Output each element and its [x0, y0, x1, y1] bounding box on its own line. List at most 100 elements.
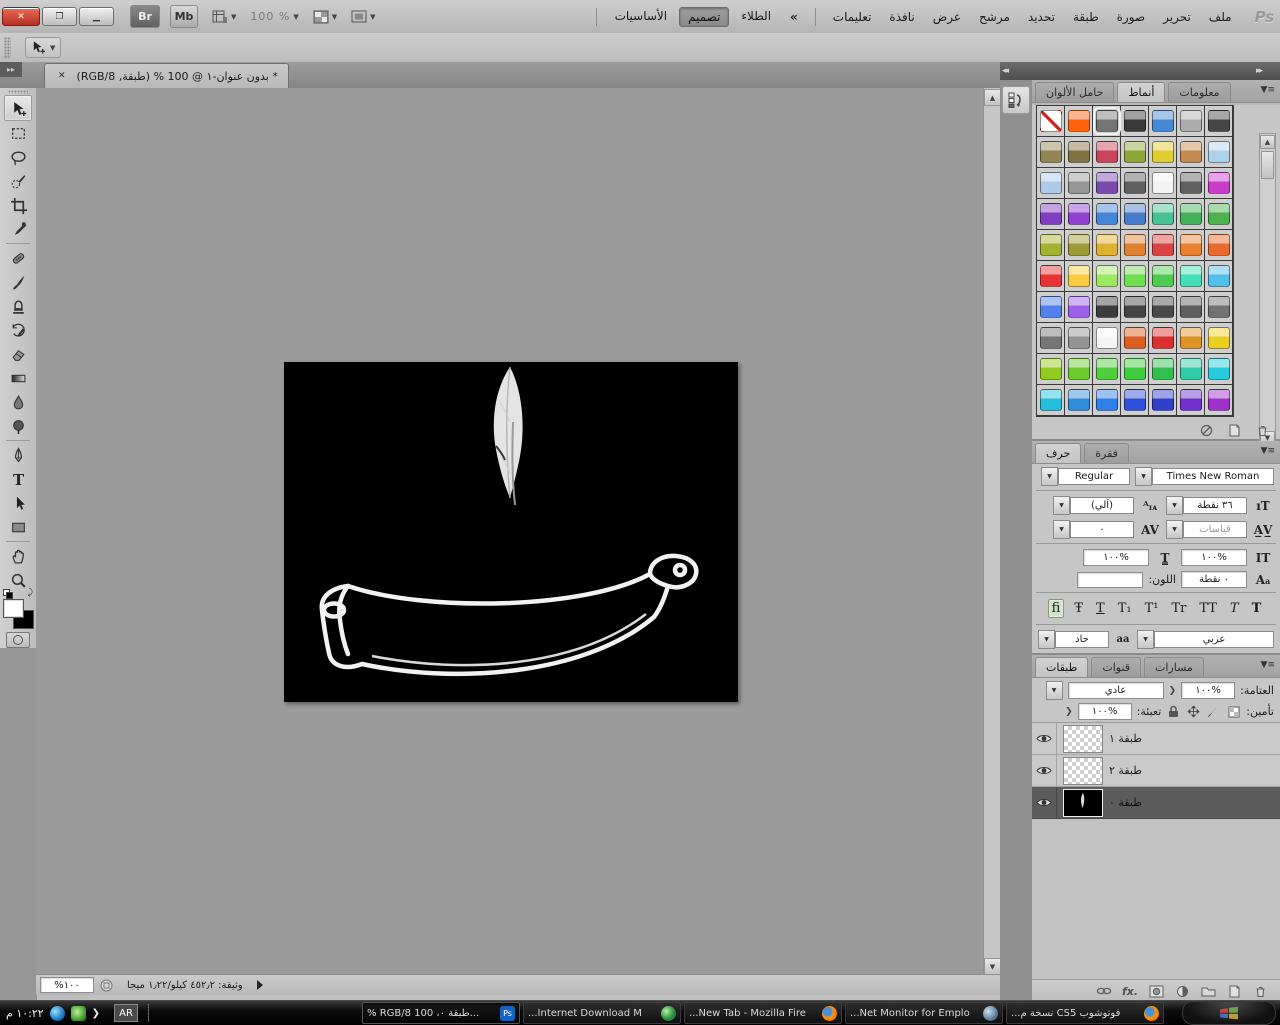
- add-mask-button[interactable]: [1148, 984, 1164, 998]
- clear-style-button[interactable]: [1198, 423, 1214, 437]
- layer-thumbnail[interactable]: [1063, 789, 1103, 817]
- style-swatch[interactable]: [1093, 137, 1121, 168]
- swap-colors-icon[interactable]: ⤸: [28, 588, 33, 598]
- foreground-color-chip[interactable]: [3, 599, 24, 618]
- view-extras-button[interactable]: ▼: [212, 10, 236, 24]
- style-swatch[interactable]: [1177, 261, 1205, 292]
- lock-position-button[interactable]: [1186, 705, 1201, 719]
- layer-row[interactable]: طبقة ٠: [1032, 787, 1280, 819]
- style-swatch[interactable]: [1121, 230, 1149, 261]
- opacity-slider-icon[interactable]: ❮: [1169, 686, 1177, 696]
- adjustment-layer-button[interactable]: [1174, 984, 1190, 998]
- tracking-dropdown[interactable]: ▼٠: [1053, 520, 1134, 539]
- style-swatch[interactable]: [1065, 261, 1093, 292]
- mini-bridge-button[interactable]: Mb: [170, 5, 198, 28]
- font-size-dropdown[interactable]: ▼٣٦ نقطة: [1166, 496, 1247, 515]
- style-swatch[interactable]: [1205, 323, 1233, 354]
- style-swatch[interactable]: [1177, 385, 1205, 416]
- path-selection-tool[interactable]: [5, 491, 31, 515]
- workspace-button-active[interactable]: تصميم: [679, 7, 729, 27]
- taskbar-button[interactable]: ...طبقة ٠، RGB/8 100 % Ps: [362, 1002, 520, 1024]
- blend-mode-dropdown-icon[interactable]: ▼: [1046, 681, 1063, 700]
- canvas-area[interactable]: [36, 88, 983, 974]
- lasso-tool[interactable]: [5, 145, 31, 169]
- history-brush-tool[interactable]: [5, 318, 31, 342]
- text-color-swatch[interactable]: [1077, 572, 1143, 588]
- layer-styles-button[interactable]: fx.: [1122, 984, 1138, 998]
- style-swatch[interactable]: [1149, 385, 1177, 416]
- minimize-window-button[interactable]: ▁: [79, 7, 114, 26]
- style-swatch[interactable]: [1093, 323, 1121, 354]
- style-swatch[interactable]: [1037, 292, 1065, 323]
- layer-name[interactable]: طبقة ١: [1109, 732, 1142, 745]
- style-swatch[interactable]: [1065, 292, 1093, 323]
- style-swatch[interactable]: [1037, 230, 1065, 261]
- style-swatch[interactable]: [1037, 323, 1065, 354]
- style-swatch[interactable]: [1093, 385, 1121, 416]
- styles-tab[interactable]: حامل الألوان: [1035, 82, 1114, 102]
- pen-tool[interactable]: [5, 443, 31, 467]
- style-swatch[interactable]: [1177, 354, 1205, 385]
- delete-layer-button[interactable]: [1252, 984, 1268, 998]
- taskbar-button[interactable]: فوتوشوب CS5 نسخة م...: [1006, 1002, 1164, 1024]
- close-tab-icon[interactable]: ✕: [55, 70, 69, 82]
- tool-preset-picker[interactable]: ▼: [25, 37, 61, 58]
- style-swatch[interactable]: [1177, 292, 1205, 323]
- dodge-tool[interactable]: [5, 414, 31, 438]
- style-swatch[interactable]: [1121, 106, 1149, 137]
- tray-expand-icon[interactable]: ❯: [92, 1008, 100, 1019]
- lock-pixels-button[interactable]: [1206, 705, 1221, 719]
- tools-grip[interactable]: [8, 90, 28, 94]
- style-swatch[interactable]: [1037, 106, 1065, 137]
- style-swatch[interactable]: [1149, 199, 1177, 230]
- style-swatch[interactable]: [1093, 354, 1121, 385]
- layer-row[interactable]: طبقة ٢: [1032, 755, 1280, 787]
- char-style-button-5[interactable]: Tr: [1168, 600, 1189, 617]
- char-style-button-1[interactable]: Ŧ: [1071, 600, 1086, 617]
- gradient-tool[interactable]: [5, 366, 31, 390]
- blend-mode-value[interactable]: عادي: [1068, 682, 1164, 699]
- layers-tab[interactable]: طبقات: [1035, 657, 1088, 677]
- char-style-button-3[interactable]: T₁: [1115, 600, 1135, 617]
- fill-field[interactable]: %١٠٠: [1078, 703, 1132, 720]
- document-tab[interactable]: ✕ * بدون عنوان-١ @ 100 % (طبقة, RGB/8): [44, 63, 289, 88]
- layer-row[interactable]: طبقة ١: [1032, 723, 1280, 755]
- opacity-field[interactable]: %١٠٠: [1181, 682, 1235, 699]
- style-swatch[interactable]: [1149, 261, 1177, 292]
- new-group-button[interactable]: [1200, 984, 1216, 998]
- clone-stamp-tool[interactable]: [5, 294, 31, 318]
- panel-dock-collapse-button[interactable]: ▸▸: [1256, 66, 1261, 76]
- character-tab[interactable]: فقرة: [1084, 443, 1129, 463]
- link-layers-button[interactable]: [1096, 984, 1112, 998]
- status-zoom-field[interactable]: %١٠٠: [40, 977, 94, 993]
- style-swatch[interactable]: [1093, 292, 1121, 323]
- style-swatch[interactable]: [1149, 168, 1177, 199]
- style-swatch[interactable]: [1149, 137, 1177, 168]
- char-style-button-4[interactable]: T¹: [1142, 600, 1162, 617]
- style-swatch[interactable]: [1065, 199, 1093, 230]
- menu-item-0[interactable]: ملف: [1200, 10, 1241, 24]
- rectangular-marquee-tool[interactable]: [5, 121, 31, 145]
- panel-menu-icon[interactable]: ▼≡: [1261, 85, 1275, 95]
- styles-tab[interactable]: معلومات: [1168, 82, 1230, 102]
- bridge-button[interactable]: Br: [130, 5, 160, 28]
- style-swatch[interactable]: [1037, 137, 1065, 168]
- style-swatch[interactable]: [1177, 137, 1205, 168]
- status-flyout-icon[interactable]: [257, 980, 263, 990]
- style-swatch[interactable]: [1037, 168, 1065, 199]
- layer-thumbnail[interactable]: [1063, 757, 1103, 785]
- leading-dropdown[interactable]: ▼(آلي): [1053, 496, 1134, 515]
- hand-tool[interactable]: [5, 544, 31, 568]
- style-swatch[interactable]: [1121, 137, 1149, 168]
- layer-visibility-toggle[interactable]: [1032, 723, 1057, 754]
- menu-item-2[interactable]: صورة: [1108, 10, 1154, 24]
- rectangle-tool[interactable]: [5, 515, 31, 539]
- kerning-dropdown[interactable]: ▼قياسات: [1166, 520, 1247, 539]
- zoom-level-control[interactable]: 100 % ▼: [250, 10, 298, 23]
- styles-tab[interactable]: أنماط: [1117, 82, 1165, 102]
- layer-visibility-toggle[interactable]: [1032, 755, 1057, 786]
- menu-item-7[interactable]: نافذة: [880, 10, 923, 24]
- styles-scrollbar[interactable]: ▲ ▼: [1259, 133, 1276, 447]
- spot-healing-brush-tool[interactable]: [5, 246, 31, 270]
- blur-tool[interactable]: [5, 390, 31, 414]
